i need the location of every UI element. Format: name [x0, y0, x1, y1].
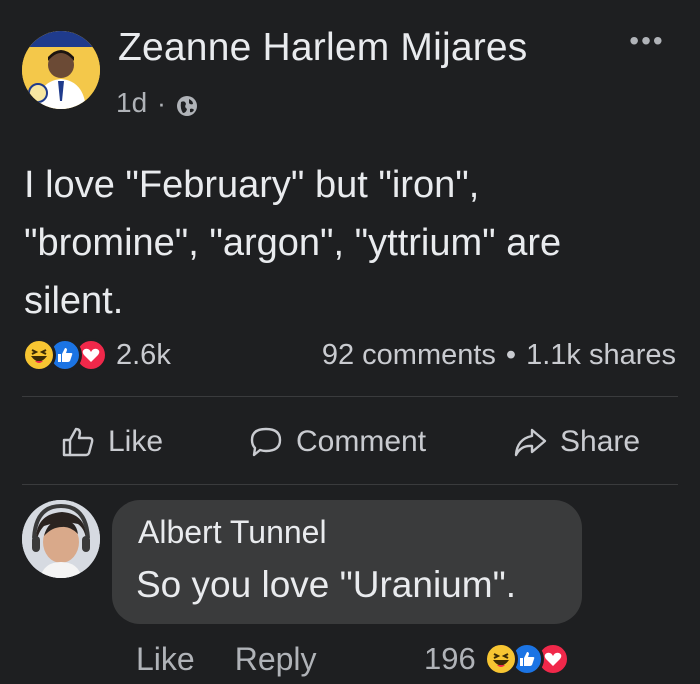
comment-icon — [250, 427, 282, 457]
post-body: I love "February" but "iron", "bromine",… — [24, 156, 664, 330]
share-button-label: Share — [560, 425, 641, 458]
comment-actions: Like Reply — [136, 636, 317, 682]
post-time[interactable]: 1d — [116, 87, 147, 119]
comment-reaction-count: 196 — [424, 641, 476, 676]
post-stats: 92 comments • 1.1k shares — [322, 336, 676, 374]
post-body-line: "bromine", "argon", "yttrium" are — [24, 222, 562, 264]
share-button[interactable]: Share — [512, 404, 640, 480]
haha-reaction-icon — [22, 338, 56, 372]
comment-like-button[interactable]: Like — [136, 641, 195, 678]
comment-author[interactable]: Albert Tunnel — [138, 514, 327, 551]
like-button[interactable]: Like — [60, 404, 163, 480]
comment-button[interactable]: Comment — [248, 404, 426, 480]
thumbs-up-icon — [62, 427, 94, 457]
like-button-label: Like — [108, 425, 164, 458]
comment-button-label: Comment — [296, 425, 427, 458]
comment-reaction-icons — [483, 642, 570, 676]
reaction-count: 2.6k — [116, 338, 171, 371]
shares-count[interactable]: 1.1k shares — [526, 339, 676, 372]
comment-bubble: Albert Tunnel So you love "Uranium". — [112, 500, 582, 624]
divider — [22, 484, 678, 485]
author-avatar[interactable] — [22, 31, 100, 109]
reactions-summary[interactable]: 2.6k — [22, 336, 171, 374]
post-meta: 1d · — [116, 86, 198, 120]
facebook-post: Zeanne Harlem Mijares 1d · ••• I love "F… — [0, 0, 700, 684]
stats-separator: • — [505, 338, 517, 371]
divider — [22, 396, 678, 397]
post-body-line: I love "February" but "iron", — [24, 164, 480, 206]
commenter-avatar[interactable] — [22, 500, 100, 578]
share-icon — [514, 428, 547, 457]
comment-text: So you love "Uranium". — [136, 564, 516, 605]
globe-icon — [176, 92, 198, 116]
post-body-line: silent. — [24, 280, 124, 322]
haha-reaction-icon — [483, 642, 518, 676]
meta-separator: · — [157, 87, 166, 118]
post-action-bar: Like Comment Share — [0, 404, 700, 480]
more-options-button[interactable]: ••• — [622, 25, 672, 56]
comment-reactions[interactable]: 196 — [424, 636, 570, 682]
author-name[interactable]: Zeanne Harlem Mijares — [118, 26, 528, 70]
comment-reply-button[interactable]: Reply — [235, 641, 317, 678]
comments-count[interactable]: 92 comments — [322, 339, 496, 372]
